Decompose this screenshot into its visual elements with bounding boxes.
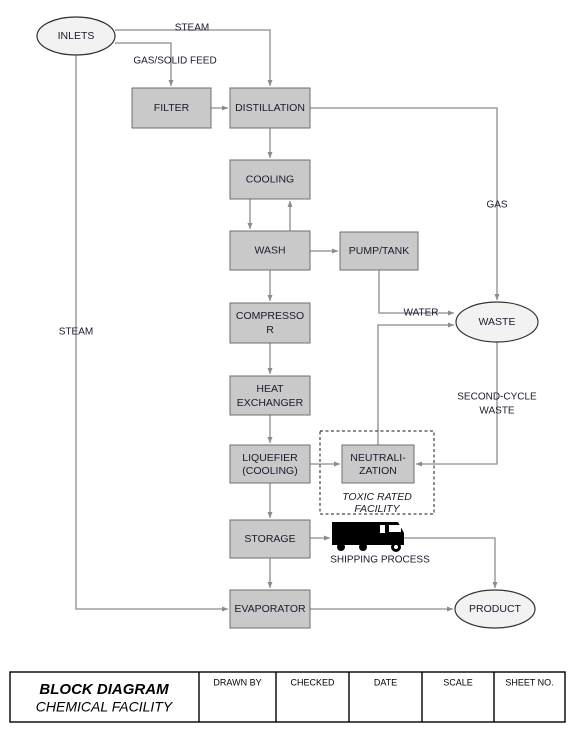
label-gas: GAS <box>486 200 507 211</box>
terminator-waste[interactable]: WASTE <box>455 301 539 343</box>
liquefier-label-line1: LIQUEFIER <box>242 452 298 464</box>
product-label: PRODUCT <box>469 603 522 615</box>
toxic-zone-label-line2: FACILITY <box>354 503 400 515</box>
flow-pumptank-water-waste <box>378 270 455 316</box>
title-block-header-checked: CHECKED <box>290 677 335 687</box>
terminator-product[interactable]: PRODUCT <box>454 589 536 629</box>
flow-waste-secondcycle-neutralization <box>415 342 498 467</box>
label-steam-top: STEAM <box>175 23 209 34</box>
process-flow-diagram: TOXIC RATED FACILITY FILTER DISTILLATION… <box>9 16 566 723</box>
cooling-label: COOLING <box>246 173 294 185</box>
title-block-header-date: DATE <box>374 677 397 687</box>
label-gas-solid-feed: GAS/SOLID FEED <box>133 56 216 67</box>
label-second-cycle-waste-line1: SECOND-CYCLE <box>457 392 537 403</box>
process-heat-exchanger[interactable]: HEAT EXCHANGER <box>229 375 311 416</box>
title-block-header-sheet-no: SHEET NO. <box>505 677 553 687</box>
toxic-zone-label-line1: TOXIC RATED <box>342 491 412 503</box>
title-block-header-drawn-by: DRAWN BY <box>213 677 261 687</box>
process-boxes: FILTER DISTILLATION COOLING WASH PUMP/TA… <box>131 87 419 629</box>
flow-distillation-gas-waste <box>310 107 500 301</box>
process-wash[interactable]: WASH <box>229 230 311 271</box>
title-block-title: BLOCK DIAGRAM <box>39 681 169 698</box>
title-block-subtitle: CHEMICAL FACILITY <box>36 699 174 715</box>
compressor-label-line2: R <box>266 324 274 336</box>
neutralization-label-line2: ZATION <box>359 465 397 477</box>
process-storage[interactable]: STORAGE <box>229 519 311 559</box>
title-block: BLOCK DIAGRAM CHEMICAL FACILITY DRAWN BY… <box>9 671 566 723</box>
heat-exchanger-label-line2: EXCHANGER <box>237 397 304 409</box>
process-liquefier[interactable]: LIQUEFIER (COOLING) <box>229 444 311 484</box>
neutralization-label-line1: NEUTRALI- <box>350 452 406 464</box>
flow-neutralization-waste <box>377 322 455 445</box>
heat-exchanger-label-line1: HEAT <box>256 383 284 395</box>
flow-inlets-steam-evaporator <box>75 55 229 612</box>
terminator-inlets[interactable]: INLETS <box>36 16 116 56</box>
evaporator-label: EVAPORATOR <box>234 603 306 615</box>
process-filter[interactable]: FILTER <box>131 87 212 129</box>
filter-label: FILTER <box>154 102 190 114</box>
distillation-label: DISTILLATION <box>235 102 305 114</box>
process-neutralization[interactable]: NEUTRALI- ZATION <box>341 444 415 484</box>
storage-label: STORAGE <box>244 533 295 545</box>
inlets-label: INLETS <box>58 30 95 42</box>
flow-labels: STEAM GAS/SOLID FEED STEAM GAS WATER SEC… <box>59 23 537 417</box>
process-pump-tank[interactable]: PUMP/TANK <box>339 231 419 271</box>
block-diagram-page: TOXIC RATED FACILITY FILTER DISTILLATION… <box>0 0 575 733</box>
process-cooling[interactable]: COOLING <box>229 159 311 200</box>
process-evaporator[interactable]: EVAPORATOR <box>229 589 311 629</box>
label-second-cycle-waste-line2: WASTE <box>479 406 515 417</box>
liquefier-label-line2: (COOLING) <box>242 465 297 477</box>
waste-label: WASTE <box>479 316 516 328</box>
wash-label: WASH <box>254 244 285 256</box>
process-compressor[interactable]: COMPRESSO R <box>229 302 311 344</box>
compressor-label-line1: COMPRESSO <box>236 310 304 322</box>
title-block-header-scale: SCALE <box>443 677 473 687</box>
shipping-process-label: SHIPPING PROCESS <box>330 555 430 566</box>
shipping-truck-icon: SHIPPING PROCESS <box>330 522 430 566</box>
label-water: WATER <box>404 308 439 319</box>
pump-tank-label: PUMP/TANK <box>349 245 409 257</box>
process-distillation[interactable]: DISTILLATION <box>229 87 311 129</box>
label-steam-left: STEAM <box>59 327 93 338</box>
